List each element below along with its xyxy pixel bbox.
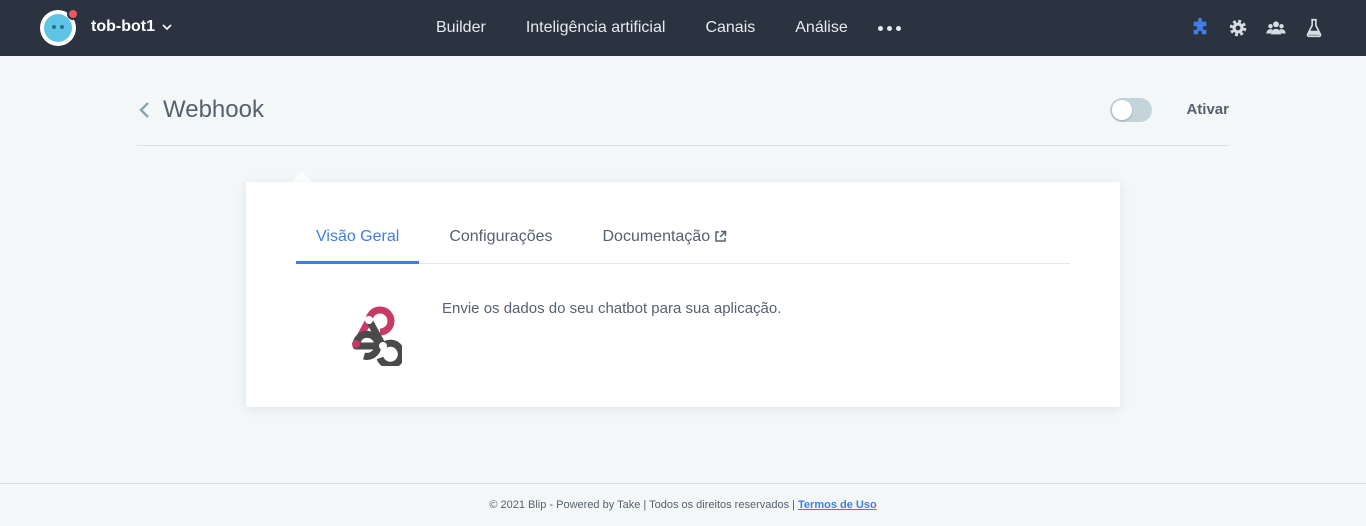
page-title: Webhook — [163, 96, 264, 123]
terms-link[interactable]: Termos de Uso — [798, 499, 877, 511]
page-header: Webhook Ativar — [137, 84, 1229, 146]
nav-ai[interactable]: Inteligência artificial — [506, 0, 686, 56]
bot-name-label: tob-bot1 — [91, 18, 155, 35]
nav-channels[interactable]: Canais — [685, 0, 775, 56]
card-tabs: Visão Geral Configurações Documentação — [296, 216, 1070, 264]
bot-avatar[interactable] — [40, 8, 79, 46]
external-link-icon — [715, 230, 727, 242]
topbar-actions — [1188, 0, 1326, 56]
tab-overview-label: Visão Geral — [316, 228, 400, 245]
activate-toggle[interactable] — [1110, 98, 1152, 122]
notification-dot — [67, 8, 79, 20]
toggle-knob — [1112, 100, 1132, 120]
toggle-label: Ativar — [1186, 101, 1229, 118]
chevron-left-icon[interactable] — [137, 100, 153, 120]
webhook-logo-icon — [352, 306, 402, 366]
more-menu-icon[interactable] — [868, 0, 911, 56]
flask-icon[interactable] — [1302, 16, 1326, 40]
gear-icon[interactable] — [1226, 16, 1250, 40]
webhook-card: Visão Geral Configurações Documentação E… — [246, 182, 1120, 407]
main-nav: Builder Inteligência artificial Canais A… — [416, 0, 911, 56]
top-navbar: tob-bot1 Builder Inteligência artificial… — [0, 0, 1366, 56]
tab-overview[interactable]: Visão Geral — [296, 216, 420, 264]
chevron-down-icon — [162, 24, 172, 31]
puzzle-icon[interactable] — [1188, 16, 1212, 40]
nav-analytics[interactable]: Análise — [775, 0, 867, 56]
tab-documentation[interactable]: Documentação — [582, 216, 747, 264]
card-description: Envie os dados do seu chatbot para sua a… — [442, 300, 782, 317]
footer-copyright: © 2021 Blip - Powered by Take | Todos os… — [489, 499, 796, 511]
tab-documentation-label: Documentação — [602, 228, 711, 245]
team-icon[interactable] — [1264, 16, 1288, 40]
tab-settings[interactable]: Configurações — [429, 216, 572, 264]
tab-settings-label: Configurações — [449, 228, 553, 245]
footer: © 2021 Blip - Powered by Take | Todos os… — [0, 483, 1366, 526]
nav-builder[interactable]: Builder — [416, 0, 506, 56]
bot-selector[interactable]: tob-bot1 — [91, 18, 173, 36]
